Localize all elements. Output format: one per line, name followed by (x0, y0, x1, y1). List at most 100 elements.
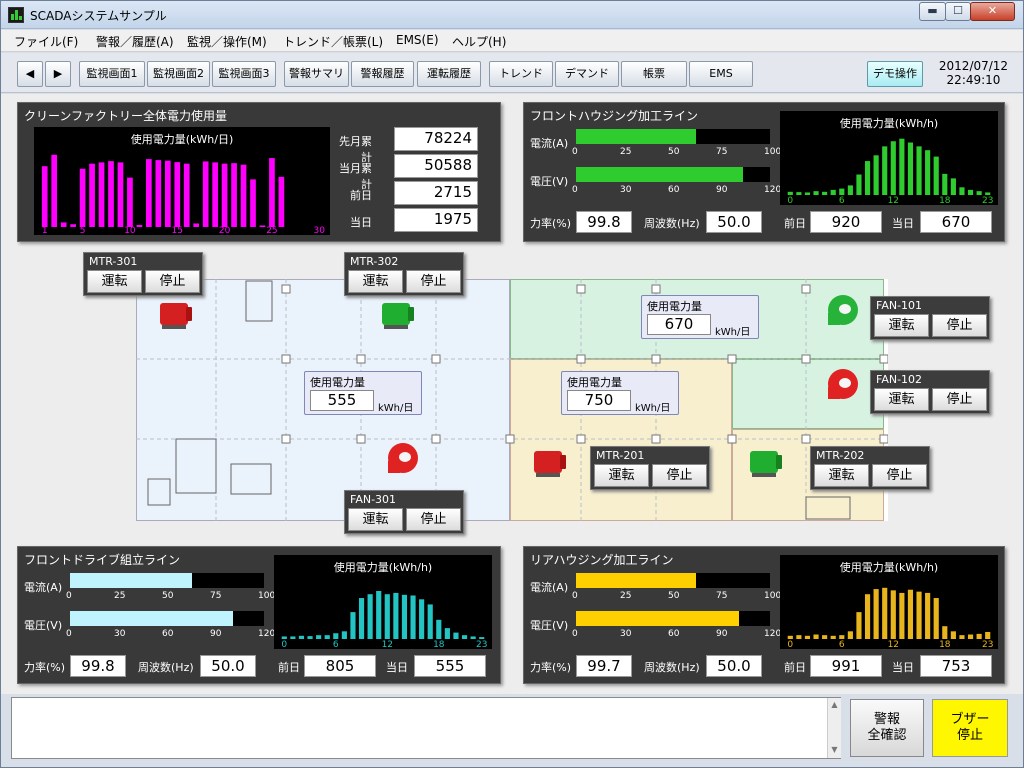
bar (950, 631, 956, 639)
front_drive-current-tick: 75 (210, 591, 222, 601)
alarm-summary-button[interactable]: 警報サマリ (284, 61, 349, 87)
front_drive-current-tick: 25 (114, 591, 126, 601)
control-unit-name: FAN-101 (876, 299, 923, 312)
run-button[interactable]: 運転 (874, 388, 929, 411)
title-bar: SCADAシステムサンプル ▬ ☐ ✕ (1, 1, 1023, 29)
tick-label: 20 (219, 226, 231, 235)
fan-red-icon (828, 369, 858, 399)
scroll-up-icon[interactable]: ▲ (828, 700, 841, 709)
stop-button[interactable]: 停止 (145, 270, 200, 293)
menu-file[interactable]: ファイル(F) (14, 33, 78, 50)
bar (796, 635, 802, 639)
rear_housing-voltage-tick: 60 (668, 629, 680, 639)
front_housing-current-fill (576, 129, 697, 144)
bar (985, 631, 991, 639)
tick-label: 5 (80, 226, 86, 235)
stop-button[interactable]: 停止 (932, 388, 987, 411)
tick-label: 1 (42, 226, 48, 235)
bar (959, 635, 965, 639)
stop-button[interactable]: 停止 (872, 464, 927, 487)
front_housing-pf-value: 99.8 (576, 211, 632, 233)
bar (419, 599, 425, 639)
rear_housing-voltage-tick: 90 (716, 629, 728, 639)
run-button[interactable]: 運転 (348, 508, 403, 531)
bar (298, 635, 305, 639)
bar (787, 191, 793, 195)
bar (183, 163, 190, 227)
tick-label: 12 (888, 196, 899, 205)
bar (890, 141, 896, 195)
monitor-screen-2-button[interactable]: 監視画面2 (147, 61, 210, 87)
back-button[interactable]: ◀ (17, 61, 43, 87)
power-box-left-label: 使用電力量 (310, 376, 365, 389)
front_housing-freq-label: 周波数(Hz) (644, 217, 700, 230)
menu-help[interactable]: ヘルプ(H) (452, 33, 506, 50)
maximize-button[interactable]: ☐ (945, 2, 971, 21)
tick-label: 18 (939, 640, 951, 649)
front_housing-voltage-tick: 90 (716, 185, 728, 195)
front_housing-voltage-tick: 60 (668, 185, 680, 195)
buzzer-stop-button[interactable]: ブザー 停止 (932, 699, 1008, 757)
power-box-green-label: 使用電力量 (647, 300, 702, 313)
bar (231, 163, 237, 227)
app-window: SCADAシステムサンプル ▬ ☐ ✕ ファイル(F) 警報／履歴(A) 監視／… (0, 0, 1024, 768)
power-box-yellow-label: 使用電力量 (567, 376, 622, 389)
stop-button[interactable]: 停止 (932, 314, 987, 337)
alarm-message-area[interactable] (11, 697, 841, 759)
monitor-screen-1-button[interactable]: 監視画面1 (79, 61, 145, 87)
menu-ems[interactable]: EMS(E) (396, 33, 439, 47)
stop-button[interactable]: 停止 (406, 270, 461, 293)
alarm-history-button[interactable]: 警報履歴 (351, 61, 414, 87)
monitor-screen-3-button[interactable]: 監視画面3 (212, 61, 276, 87)
front_housing-voltage-bar (576, 167, 770, 182)
front_housing-hourly-chart: 使用電力量(kWh/h) 0 6 12 18 23 (780, 111, 998, 205)
minimize-button[interactable]: ▬ (919, 2, 946, 21)
front_housing-current-tick: 25 (620, 147, 632, 157)
front_housing-today-label: 当日 (892, 217, 914, 230)
bar (453, 632, 459, 639)
stop-button[interactable]: 停止 (652, 464, 707, 487)
report-button[interactable]: 帳票 (621, 61, 687, 87)
run-button[interactable]: 運転 (594, 464, 649, 487)
bar (899, 592, 905, 639)
power-box-yellow-unit: kWh/日 (635, 403, 671, 414)
run-button[interactable]: 運転 (348, 270, 403, 293)
front_housing-current-tick: 100 (764, 147, 782, 157)
close-button[interactable]: ✕ (970, 2, 1015, 21)
rear_housing-current-bar (576, 573, 770, 588)
scroll-down-icon[interactable]: ▼ (828, 745, 841, 754)
stop-button[interactable]: 停止 (406, 508, 461, 531)
power-box-left-value: 555 (310, 390, 374, 411)
fan-red-icon (388, 443, 418, 473)
demo-operation-button[interactable]: デモ操作 (867, 61, 923, 87)
front_drive-voltage-tick: 0 (66, 629, 72, 639)
trend-button[interactable]: トレンド (489, 61, 553, 87)
tick-label: 0 (787, 196, 793, 205)
tick-label: 6 (839, 640, 845, 649)
bar (933, 598, 939, 639)
ems-button[interactable]: EMS (689, 61, 753, 87)
menu-alarm[interactable]: 警報／履歴(A) (96, 33, 174, 50)
bar (959, 187, 965, 195)
forward-button[interactable]: ▶ (45, 61, 71, 87)
menu-trend[interactable]: トレンド／帳票(L) (283, 33, 383, 50)
run-button[interactable]: 運転 (87, 270, 142, 293)
bar (916, 591, 922, 639)
power-box-green-unit: kWh/日 (715, 327, 751, 338)
rear_housing-current-tick: 25 (620, 591, 632, 601)
bar (804, 635, 811, 639)
power-box-yellow-value: 750 (567, 390, 631, 411)
tick-label: 23 (982, 196, 993, 205)
run-button[interactable]: 運転 (874, 314, 929, 337)
acknowledge-all-button[interactable]: 警報 全確認 (850, 699, 924, 757)
floor-grid (136, 279, 888, 521)
menu-monitor[interactable]: 監視／操作(M) (187, 33, 267, 50)
alarm-scrollbar[interactable]: ▲ ▼ (827, 698, 841, 758)
factory-chart-svg: 1 5 10 15 20 25 30 (42, 154, 325, 235)
rear_housing-title: リアハウジング加工ライン (530, 553, 674, 567)
motor-green-icon (746, 445, 784, 479)
rear_housing-voltage-fill (576, 611, 739, 626)
operation-history-button[interactable]: 運転履歴 (417, 61, 481, 87)
demand-button[interactable]: デマンド (555, 61, 619, 87)
run-button[interactable]: 運転 (814, 464, 869, 487)
